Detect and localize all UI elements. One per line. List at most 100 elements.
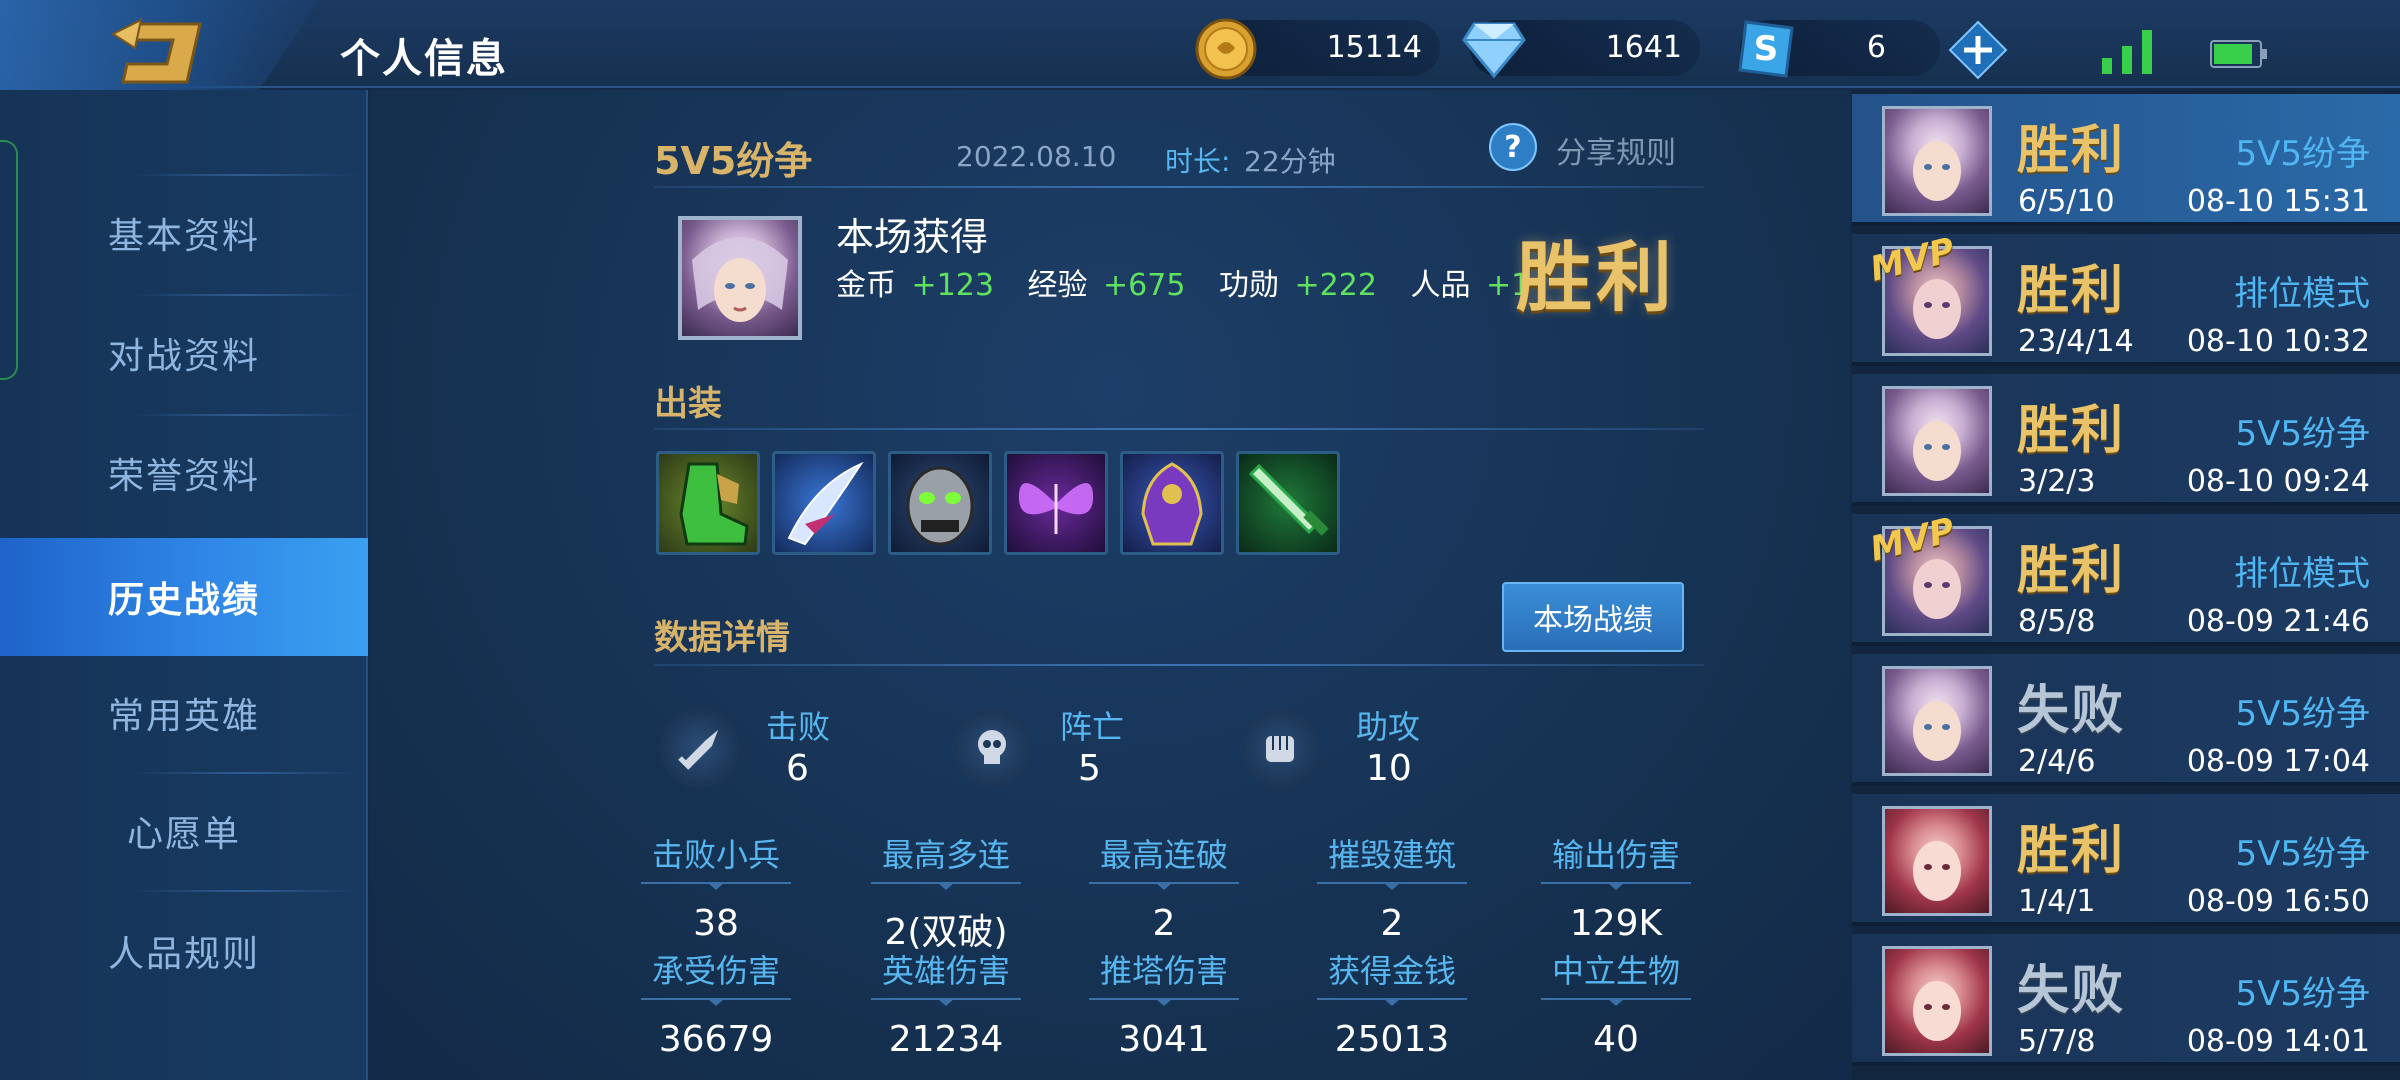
sidebar-item-label: 对战资料 xyxy=(107,336,260,377)
history-row[interactable]: 失败 5V5纷争 5/7/8 08-09 14:01 xyxy=(1852,934,2400,1066)
green-sword-icon[interactable] xyxy=(1236,451,1340,555)
history-kda: 1/4/1 xyxy=(2018,884,2096,919)
underline-ornament xyxy=(641,882,791,890)
stat-label: 获得金钱 xyxy=(1327,952,1456,990)
match-date: 2022.08.10 xyxy=(956,140,1117,173)
claw-blade-icon[interactable] xyxy=(772,451,876,555)
underline-ornament xyxy=(1541,882,1691,890)
match-mode: 5V5纷争 xyxy=(654,139,813,183)
header-divider xyxy=(654,186,1704,188)
kda-assist xyxy=(1240,708,1320,788)
sidebar-item-battle-info[interactable]: 对战资料 xyxy=(0,294,368,412)
stat-neutral-creeps: 中立生物 40 xyxy=(1516,946,1716,1060)
history-mode: 排位模式 xyxy=(2234,554,2370,594)
history-kda: 2/4/6 xyxy=(2018,744,2096,779)
stat-max-multikill: 最高多连 2(双破) xyxy=(846,830,1046,955)
gold-value: 15114 xyxy=(1326,30,1422,65)
match-stats-label: 本场战绩 xyxy=(1533,603,1653,638)
history-mode: 5V5纷争 xyxy=(2235,694,2370,734)
hero-face-icon xyxy=(692,237,788,322)
sidebar-item-wishlist[interactable]: 心愿单 xyxy=(0,772,368,890)
underline-ornament xyxy=(641,998,791,1006)
detail-divider xyxy=(654,664,1704,666)
history-result: 胜利 xyxy=(2017,401,2126,461)
history-row[interactable]: 胜利 5V5纷争 1/4/1 08-09 16:50 xyxy=(1852,794,2400,926)
history-row[interactable]: MVP 胜利 排位模式 23/4/14 08-10 10:32 xyxy=(1852,230,2400,366)
stat-minions: 击败小兵 38 xyxy=(616,830,816,944)
stat-value: 129K xyxy=(1569,903,1663,944)
underline-ornament xyxy=(1317,998,1467,1006)
sidebar: 基本资料 对战资料 荣誉资料 历史战绩 常用英雄 心愿单 人品规则 xyxy=(0,90,368,1080)
kill-label: 击败 xyxy=(766,708,831,746)
history-row[interactable]: 胜利 5V5纷争 6/5/10 08-10 15:31 xyxy=(1852,94,2400,226)
history-kda: 8/5/8 xyxy=(2018,604,2096,639)
history-time: 08-10 09:24 xyxy=(2186,464,2370,499)
boots-icon[interactable] xyxy=(656,451,760,555)
page-title: 个人信息 xyxy=(340,36,508,82)
hero-avatar xyxy=(1882,106,1992,216)
stat-damage-dealt: 输出伤害 129K xyxy=(1516,830,1716,944)
reward-list: 金币 +123 经验 +675 功勋 +222 人品 +1 xyxy=(836,260,1530,304)
sidebar-item-label: 历史战绩 xyxy=(107,580,260,621)
signal-icon xyxy=(2102,30,2152,74)
stat-hero-damage: 英雄伤害 21234 xyxy=(846,946,1046,1060)
reward-value-gold: +123 xyxy=(911,268,994,303)
history-kda: 5/7/8 xyxy=(2018,1024,2096,1059)
back-button[interactable] xyxy=(0,0,320,104)
svg-text:S: S xyxy=(1754,29,1779,69)
sidebar-item-match-history[interactable]: 历史战绩 xyxy=(0,538,368,656)
sidebar-divider xyxy=(130,174,360,176)
reward-label-gold: 金币 xyxy=(836,268,896,303)
sidebar-item-character-rules[interactable]: 人品规则 xyxy=(0,892,368,1010)
sidebar-divider xyxy=(130,414,360,416)
stat-value: 38 xyxy=(693,903,739,944)
assist-value: 10 xyxy=(1366,748,1412,789)
history-row[interactable]: MVP 胜利 排位模式 8/5/8 08-09 21:46 xyxy=(1852,510,2400,646)
assist-label: 助攻 xyxy=(1356,708,1421,746)
stat-value: 36679 xyxy=(658,1019,774,1060)
add-currency-icon[interactable] xyxy=(1948,20,2008,80)
stat-gold-earned: 获得金钱 25013 xyxy=(1292,946,1492,1060)
sidebar-divider xyxy=(130,294,360,296)
cloak-icon[interactable] xyxy=(1120,451,1224,555)
history-result: 胜利 xyxy=(2017,541,2126,601)
back-arrow-icon xyxy=(110,18,202,84)
stat-label: 输出伤害 xyxy=(1551,836,1680,874)
stat-label: 英雄伤害 xyxy=(881,952,1010,990)
sidebar-item-basic-info[interactable]: 基本资料 xyxy=(0,174,368,292)
reward-label-merit: 功勋 xyxy=(1219,268,1279,303)
history-mode: 5V5纷争 xyxy=(2235,974,2370,1014)
match-detail-panel: 5V5纷争 2022.08.10 时长: 22分钟 ? 分享规则 本场获得 金币… xyxy=(370,90,1850,1080)
history-row[interactable]: 胜利 5V5纷争 3/2/3 08-10 09:24 xyxy=(1852,374,2400,506)
equipment-divider xyxy=(654,428,1704,430)
history-result: 失败 xyxy=(2017,961,2126,1021)
equipment-title: 出装 xyxy=(654,384,722,424)
match-stats-button[interactable]: 本场战绩 xyxy=(1502,582,1684,652)
detail-title: 数据详情 xyxy=(654,618,790,658)
reward-label-character: 人品 xyxy=(1410,268,1471,303)
stat-label: 推塔伤害 xyxy=(1099,952,1228,990)
demon-mask-icon[interactable] xyxy=(888,451,992,555)
sword-icon xyxy=(678,730,718,770)
history-result: 胜利 xyxy=(2017,821,2126,881)
history-time: 08-10 10:32 xyxy=(2186,324,2370,359)
sidebar-item-label: 常用英雄 xyxy=(107,696,260,737)
top-bar: 个人信息 15114 1641 6 S xyxy=(0,0,2400,104)
share-rule-label: 分享规则 xyxy=(1556,136,1676,171)
sidebar-item-label: 荣誉资料 xyxy=(107,456,260,497)
butterfly-icon[interactable] xyxy=(1004,451,1108,555)
svg-text:?: ? xyxy=(1504,130,1521,165)
stat-value: 25013 xyxy=(1334,1019,1450,1060)
stat-value: 2 xyxy=(1152,903,1176,944)
history-mode: 5V5纷争 xyxy=(2235,134,2370,174)
sidebar-item-common-heroes[interactable]: 常用英雄 xyxy=(0,654,368,772)
history-mode: 5V5纷争 xyxy=(2235,414,2370,454)
stat-label: 摧毁建筑 xyxy=(1327,836,1456,874)
underline-ornament xyxy=(1089,882,1239,890)
sidebar-item-honor-info[interactable]: 荣誉资料 xyxy=(0,414,368,532)
kill-value: 6 xyxy=(786,748,809,789)
underline-ornament xyxy=(871,998,1021,1006)
share-rule-button[interactable]: ? 分享规则 xyxy=(1488,116,1708,180)
history-row[interactable]: 失败 5V5纷争 2/4/6 08-09 17:04 xyxy=(1852,654,2400,786)
kda-kill xyxy=(660,708,740,788)
